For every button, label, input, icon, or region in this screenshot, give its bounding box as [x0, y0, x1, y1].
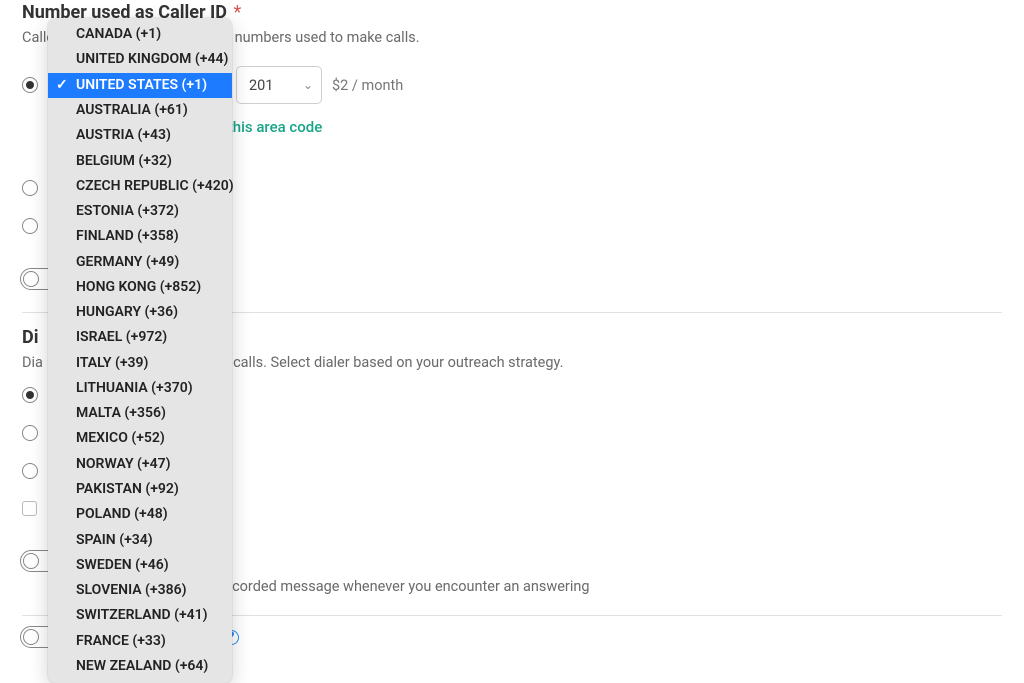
country-option[interactable]: FRANCE (+33) [48, 628, 232, 653]
required-star: * [233, 2, 241, 23]
country-option[interactable]: NORWAY (+47) [48, 452, 232, 477]
country-option[interactable]: SPAIN (+34) [48, 527, 232, 552]
chevron-down-icon: ⌄ [303, 78, 313, 92]
voicemail-desc-suffix: recorded message whenever you encounter … [220, 578, 590, 595]
caller-id-rent-row: CANADA (+1)UNITED KINGDOM (+44)UNITED ST… [22, 66, 1002, 104]
country-option[interactable]: CZECH REPUBLIC (+420) [48, 174, 232, 199]
country-option[interactable]: SWEDEN (+46) [48, 553, 232, 578]
country-option[interactable]: PAKISTAN (+92) [48, 477, 232, 502]
dialer-option-3-radio[interactable] [22, 463, 38, 479]
dialer-desc-suffix: of calls. Select dialer based on your ou… [216, 354, 563, 371]
country-select[interactable]: CANADA (+1)UNITED KINGDOM (+44)UNITED ST… [48, 66, 226, 104]
dialer-checkbox[interactable] [22, 501, 37, 516]
country-option[interactable]: LITHUANIA (+370) [48, 376, 232, 401]
dialer-desc-prefix: Dia [22, 354, 43, 371]
country-option[interactable]: ESTONIA (+372) [48, 199, 232, 224]
country-option[interactable]: SLOVENIA (+386) [48, 578, 232, 603]
rent-number-radio[interactable] [22, 77, 38, 93]
area-code-select[interactable]: 201 ⌄ [236, 66, 322, 104]
country-option[interactable]: UNITED STATES (+1) [48, 73, 232, 98]
country-option[interactable]: HONG KONG (+852) [48, 275, 232, 300]
country-option[interactable]: ITALY (+39) [48, 350, 232, 375]
country-option[interactable]: AUSTRALIA (+61) [48, 98, 232, 123]
country-option[interactable]: AUSTRIA (+43) [48, 123, 232, 148]
caller-id-option-3-radio[interactable] [22, 218, 38, 234]
dialer-option-2-radio[interactable] [22, 425, 38, 441]
country-option[interactable]: SWITZERLAND (+41) [48, 603, 232, 628]
country-option[interactable]: MEXICO (+52) [48, 426, 232, 451]
country-option[interactable]: CANADA (+1) [48, 22, 232, 47]
country-option[interactable]: BELGIUM (+32) [48, 148, 232, 173]
country-option[interactable]: UNITED KINGDOM (+44) [48, 47, 232, 72]
area-code-hint-text: this area code [228, 118, 323, 136]
country-dropdown-panel: CANADA (+1)UNITED KINGDOM (+44)UNITED ST… [48, 18, 232, 683]
country-option[interactable]: FINLAND (+358) [48, 224, 232, 249]
dialer-title-prefix: Di [22, 327, 38, 348]
country-option[interactable]: NEW ZEALAND (+64) [48, 654, 232, 679]
dialer-option-1-radio[interactable] [22, 387, 38, 403]
country-option[interactable]: ISRAEL (+972) [48, 325, 232, 350]
country-option[interactable]: GERMANY (+49) [48, 249, 232, 274]
country-option[interactable]: POLAND (+48) [48, 502, 232, 527]
country-option[interactable]: HUNGARY (+36) [48, 300, 232, 325]
rental-price: $2 / month [332, 77, 403, 94]
area-code-value: 201 [249, 77, 273, 94]
caller-id-option-2-radio[interactable] [22, 180, 38, 196]
country-option[interactable]: MALTA (+356) [48, 401, 232, 426]
